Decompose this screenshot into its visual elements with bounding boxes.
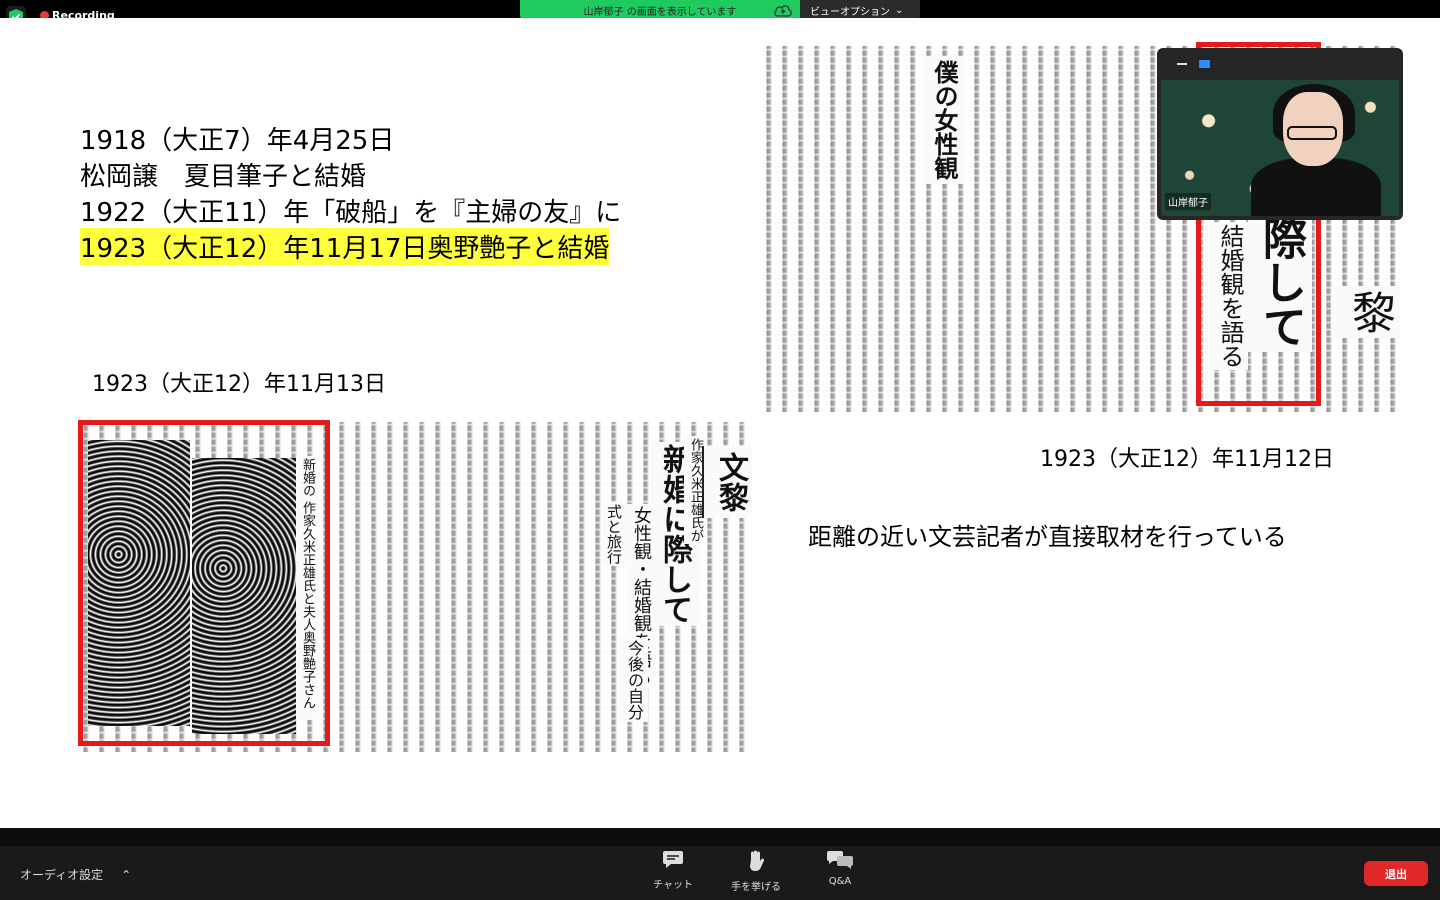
minimize-icon[interactable]: [1177, 63, 1187, 65]
chevron-up-icon[interactable]: ⌃: [121, 868, 131, 882]
slide-line-1: 1918（大正7）年4月25日: [80, 126, 395, 156]
person-body: [1251, 158, 1381, 216]
clip-bottom-section: 文黎: [702, 446, 752, 518]
share-banner-text: 山岸郁子 の画面を表示しています: [583, 7, 737, 18]
maximize-icon[interactable]: [1199, 60, 1210, 68]
qa-icon: [827, 851, 853, 869]
qa-button[interactable]: Q&A: [805, 850, 875, 887]
cloud-upload-icon: [774, 5, 792, 17]
leave-button[interactable]: 退出: [1364, 861, 1428, 886]
chat-label: チャット: [653, 880, 693, 891]
slide-line-3: 1922（大正11）年「破船」を『主婦の友』に: [80, 198, 622, 228]
video-feed: 山岸郁子: [1161, 80, 1399, 216]
clip-bottom-sub2: 式と旅行: [602, 502, 627, 566]
toolbar-divider: [0, 828, 1440, 846]
glasses: [1287, 126, 1337, 140]
clip-top-heading: 僕の女性観: [925, 56, 964, 184]
audio-settings-label: オーディオ設定: [20, 868, 104, 882]
slide-note: 距離の近い文芸記者が直接取材を行っている: [808, 523, 1287, 551]
chat-icon: [663, 851, 683, 868]
chevron-down-icon: ⌄: [895, 5, 904, 16]
raise-hand-button[interactable]: 手を挙げる: [721, 850, 791, 893]
clip-top-section: 黎: [1331, 286, 1400, 338]
clip-bottom-sub-heading: 今後の自分: [620, 638, 648, 722]
red-highlight-box-bottom: [78, 420, 330, 746]
view-options-label: ビューオプション: [810, 7, 890, 18]
qa-label: Q&A: [828, 876, 852, 887]
video-window-controls: [1157, 48, 1403, 80]
bottom-toolbar: オーディオ設定 ⌃ チャット 手を挙げる Q&A 退出: [0, 828, 1440, 900]
chat-button[interactable]: チャット: [638, 850, 708, 891]
raise-hand-label: 手を挙げる: [731, 882, 781, 893]
slide-line-2: 松岡譲 夏目筆子と結婚: [80, 162, 367, 192]
raise-hand-icon: [750, 850, 765, 871]
slide-line-4-highlighted: 1923（大正12）年11月17日奥野艶子と結婚: [80, 228, 610, 265]
speaker-video-window[interactable]: 山岸郁子: [1157, 48, 1403, 220]
participant-name: 山岸郁子: [1165, 193, 1211, 210]
caption-right: 1923（大正12）年11月12日: [1040, 447, 1334, 472]
audio-settings-button[interactable]: オーディオ設定 ⌃: [20, 866, 131, 883]
caption-left: 1923（大正12）年11月13日: [92, 372, 386, 397]
